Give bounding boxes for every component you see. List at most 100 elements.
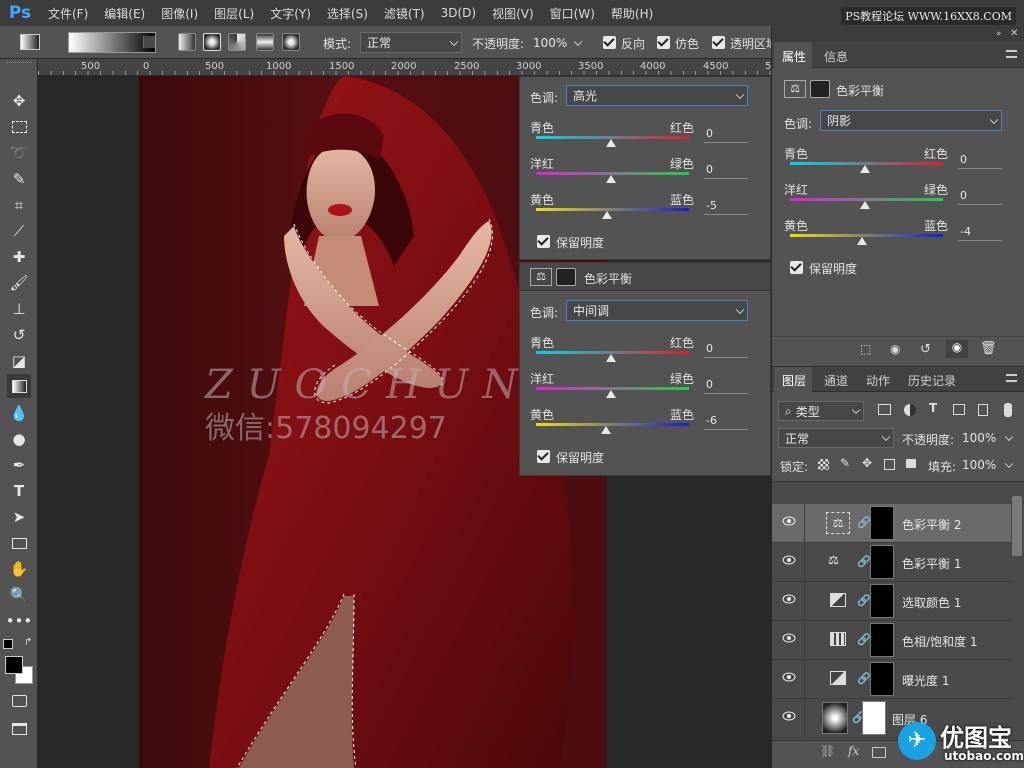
slider-thumb[interactable] xyxy=(857,237,867,245)
reflected-gradient-button[interactable] xyxy=(256,33,274,51)
toolbar-grip[interactable] xyxy=(6,62,32,66)
tab-layers[interactable]: 图层 xyxy=(782,372,806,389)
chevron-down-icon[interactable] xyxy=(1004,459,1014,469)
magenta-green-value[interactable]: 0 xyxy=(958,189,1002,205)
slider-thumb[interactable] xyxy=(860,165,870,173)
quick-select-tool-icon[interactable]: ✎ xyxy=(7,167,31,191)
zoom-tool-icon[interactable]: 🔍 xyxy=(7,583,31,607)
layer-name[interactable]: 色彩平衡 2 xyxy=(902,516,961,533)
gradient-tool-icon[interactable] xyxy=(7,374,31,398)
cyan-red-value[interactable]: 0 xyxy=(704,342,748,358)
layer-name[interactable]: 色相/饱和度 1 xyxy=(902,633,978,650)
eye-icon[interactable] xyxy=(782,594,796,604)
gradient-thumb[interactable] xyxy=(822,702,848,734)
menu-select[interactable]: 选择(S) xyxy=(319,5,376,22)
tone-select[interactable]: 阴影 xyxy=(820,110,1002,131)
eye-icon[interactable] xyxy=(782,711,796,721)
path-select-tool-icon[interactable]: ➤ xyxy=(7,505,31,529)
collapse-icon[interactable]: » xyxy=(996,29,1002,39)
view-previous-icon[interactable]: ◉ xyxy=(890,342,900,356)
history-brush-tool-icon[interactable]: ↺ xyxy=(7,323,31,347)
reverse-checkbox[interactable] xyxy=(603,36,616,49)
tab-actions[interactable]: 动作 xyxy=(866,372,890,389)
foreground-color-swatch[interactable] xyxy=(5,656,23,674)
menu-file[interactable]: 文件(F) xyxy=(40,5,96,22)
eye-icon[interactable] xyxy=(782,555,796,565)
preserve-luminosity-checkbox[interactable] xyxy=(790,261,803,274)
tone-select[interactable]: 高光 xyxy=(566,85,748,106)
filter-toggle-icon[interactable] xyxy=(1004,403,1012,417)
slider-thumb[interactable] xyxy=(602,211,612,219)
eye-icon[interactable] xyxy=(782,633,796,643)
tab-channels[interactable]: 通道 xyxy=(824,372,848,389)
stamp-tool-icon[interactable]: ⊥ xyxy=(7,297,31,321)
menu-view[interactable]: 视图(V) xyxy=(484,5,542,22)
eye-icon[interactable] xyxy=(782,516,796,526)
pen-tool-icon[interactable]: ✒ xyxy=(7,453,31,477)
layers-scrollbar[interactable] xyxy=(1012,496,1022,556)
menu-window[interactable]: 窗口(W) xyxy=(542,5,603,22)
swap-colors-icon[interactable]: ↱ xyxy=(24,637,32,648)
menu-type[interactable]: 文字(Y) xyxy=(262,5,319,22)
slider-thumb[interactable] xyxy=(606,139,616,147)
layer-name[interactable]: 选取颜色 1 xyxy=(902,594,961,611)
type-tool-icon[interactable]: T xyxy=(7,479,31,503)
crop-tool-icon[interactable]: ⌗ xyxy=(7,193,31,217)
quick-mask-icon[interactable] xyxy=(7,689,31,713)
marquee-tool-icon[interactable] xyxy=(7,115,31,139)
yellow-blue-slider[interactable] xyxy=(536,208,689,211)
layer-name[interactable]: 色彩平衡 1 xyxy=(902,555,961,572)
tab-properties[interactable]: 属性 xyxy=(782,48,806,65)
brush-tool-icon[interactable]: 🖌 xyxy=(7,271,31,295)
more-tools-icon[interactable]: ••• xyxy=(6,609,33,633)
blur-tool-icon[interactable]: 💧 xyxy=(7,401,31,425)
lock-all-icon[interactable] xyxy=(906,459,916,468)
slider-thumb[interactable] xyxy=(606,175,616,183)
angle-gradient-button[interactable] xyxy=(228,33,246,51)
filter-pixel-icon[interactable] xyxy=(878,404,891,415)
cyan-red-value[interactable]: 0 xyxy=(704,127,748,143)
cyan-red-value[interactable]: 0 xyxy=(958,153,1002,169)
layer-opacity-value[interactable]: 100% xyxy=(962,431,996,445)
add-mask-icon[interactable] xyxy=(872,747,886,758)
layer-row[interactable]: ⚖ 🔗 色彩平衡 2 xyxy=(772,504,1011,543)
screen-mode-icon[interactable] xyxy=(7,717,31,741)
default-colors-icon[interactable] xyxy=(3,639,13,649)
blend-mode-select[interactable]: 正常 xyxy=(778,428,894,448)
dodge-tool-icon[interactable]: ● xyxy=(7,427,31,451)
fx-icon[interactable]: fx xyxy=(848,744,859,758)
layer-mask-thumb[interactable] xyxy=(870,584,894,618)
tool-preset-icon[interactable] xyxy=(20,34,40,50)
visibility-eye-icon[interactable]: ◉ xyxy=(946,340,968,358)
linear-gradient-button[interactable] xyxy=(178,33,196,51)
layer-mask-thumb[interactable] xyxy=(870,662,894,696)
layer-row[interactable]: 🔗 曝光度 1 xyxy=(772,660,1011,699)
yellow-blue-value[interactable]: -4 xyxy=(958,225,1002,241)
menu-help[interactable]: 帮助(H) xyxy=(603,5,661,22)
menu-layer[interactable]: 图层(L) xyxy=(206,5,262,22)
fill-value[interactable]: 100% xyxy=(962,458,996,472)
menu-image[interactable]: 图像(I) xyxy=(153,5,206,22)
layer-filter-select[interactable]: ⌕ 类型 xyxy=(778,401,864,421)
tab-info[interactable]: 信息 xyxy=(824,48,848,65)
lock-transparent-icon[interactable] xyxy=(818,459,829,470)
slider-thumb[interactable] xyxy=(860,201,870,209)
menu-edit[interactable]: 编辑(E) xyxy=(96,5,153,22)
move-tool-icon[interactable]: ✥ xyxy=(7,89,31,113)
preserve-luminosity-checkbox[interactable] xyxy=(537,450,550,463)
layer-mask-thumb[interactable] xyxy=(870,506,894,540)
panel-menu-icon[interactable] xyxy=(1006,374,1017,382)
radial-gradient-button[interactable] xyxy=(203,33,221,51)
lock-image-icon[interactable]: ✎ xyxy=(840,456,850,470)
eraser-tool-icon[interactable]: ◪ xyxy=(7,349,31,373)
layer-mask-thumb[interactable] xyxy=(862,701,886,735)
eyedropper-tool-icon[interactable]: ⟋ xyxy=(7,219,31,243)
hand-tool-icon[interactable]: ✋ xyxy=(7,557,31,581)
slider-thumb[interactable] xyxy=(606,354,616,362)
slider-thumb[interactable] xyxy=(606,390,616,398)
dither-checkbox[interactable] xyxy=(657,36,670,49)
healing-brush-tool-icon[interactable]: ✚ xyxy=(7,245,31,269)
gradient-picker-arrow[interactable] xyxy=(143,36,155,48)
filter-type-icon[interactable]: T xyxy=(929,401,937,415)
shape-tool-icon[interactable] xyxy=(7,531,31,555)
